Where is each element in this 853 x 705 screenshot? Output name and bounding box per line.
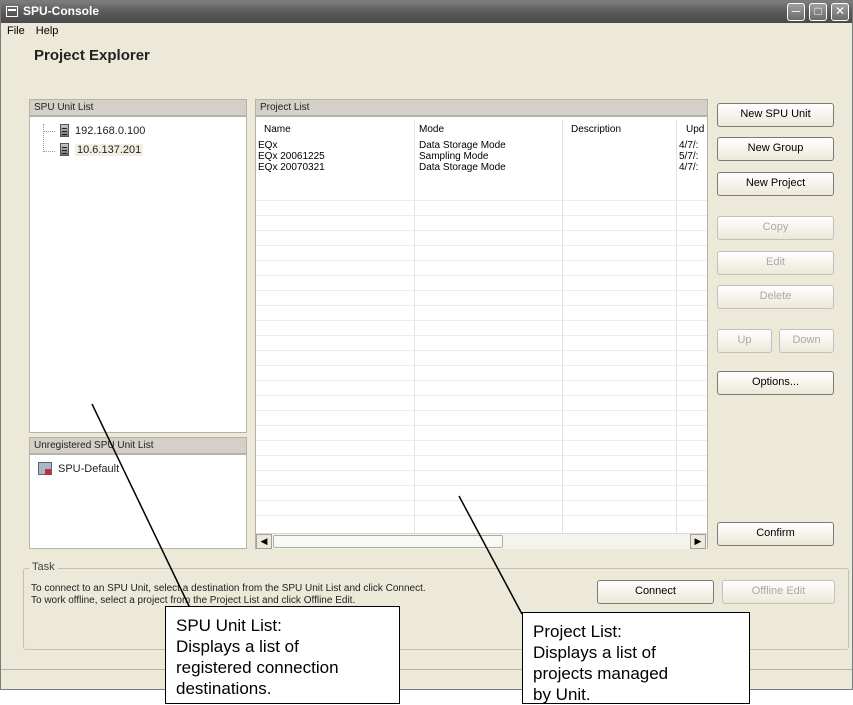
scroll-left-icon[interactable]: ◀ — [256, 534, 272, 549]
task-line-connect: To connect to an SPU Unit, select a dest… — [31, 583, 426, 594]
table-row[interactable]: EQx 20061225 Sampling Mode 5/7/: — [255, 151, 707, 162]
unit-item[interactable]: 10.6.137.201 — [60, 143, 144, 156]
project-columns: Name Mode Description Upd — [255, 120, 707, 140]
title-bar[interactable]: SPU-Console ─ □ ✕ — [1, 1, 852, 23]
cell-updated: 4/7/: — [679, 140, 699, 151]
table-row[interactable]: EQx 20070321 Data Storage Mode 4/7/: — [255, 162, 707, 173]
unit-item[interactable]: 192.168.0.100 — [60, 124, 145, 137]
application-window: SPU-Console ─ □ ✕ File Help Project Expl… — [0, 0, 853, 690]
callout-line: projects managed — [533, 664, 669, 683]
scroll-thumb[interactable] — [273, 535, 503, 548]
maximize-icon[interactable]: □ — [809, 3, 827, 21]
unregistered-item[interactable]: SPU-Default — [38, 462, 119, 475]
new-project-button[interactable]: New Project — [717, 172, 834, 196]
project-list-header: Project List — [255, 99, 708, 116]
cell-name: EQx 20070321 — [258, 162, 325, 173]
delete-button[interactable]: Delete — [717, 285, 834, 309]
window-title: SPU-Console — [23, 4, 100, 18]
cell-mode: Data Storage Mode — [419, 140, 506, 151]
callout-line: destinations. — [176, 679, 272, 698]
callout-line: SPU Unit List: — [176, 616, 282, 635]
minimize-icon[interactable]: ─ — [787, 3, 805, 21]
server-icon — [60, 143, 69, 156]
horizontal-scrollbar[interactable]: ◀ ▶ — [256, 533, 707, 549]
callout-line: registered connection — [176, 658, 339, 677]
table-row[interactable]: EQx Data Storage Mode 4/7/: — [255, 140, 707, 151]
offline-edit-button[interactable]: Offline Edit — [722, 580, 835, 604]
server-icon — [60, 124, 69, 137]
options-button[interactable]: Options... — [717, 371, 834, 395]
scroll-right-icon[interactable]: ▶ — [690, 534, 706, 549]
unit-icon — [38, 462, 52, 475]
menu-bar: File Help — [1, 23, 852, 41]
connect-button[interactable]: Connect — [597, 580, 714, 604]
callout-line: by Unit. — [533, 685, 591, 704]
app-icon — [6, 6, 18, 17]
project-rows: EQx Data Storage Mode 4/7/: EQx 20061225… — [255, 140, 707, 173]
up-button[interactable]: Up — [717, 329, 772, 353]
unit-list-header: SPU Unit List — [29, 99, 247, 116]
callout-line: Displays a list of — [176, 637, 299, 656]
new-spu-unit-button[interactable]: New SPU Unit — [717, 103, 834, 127]
unit-item-label: 192.168.0.100 — [75, 124, 146, 137]
confirm-button[interactable]: Confirm — [717, 522, 834, 546]
menu-file[interactable]: File — [1, 23, 29, 39]
cell-mode: Data Storage Mode — [419, 162, 506, 173]
unregistered-header: Unregistered SPU Unit List — [29, 437, 247, 454]
callout-line: Project List: — [533, 622, 622, 641]
menu-help[interactable]: Help — [32, 23, 63, 39]
cell-name: EQx — [258, 140, 278, 151]
column-name[interactable]: Name — [264, 124, 291, 135]
page-title: Project Explorer — [34, 47, 150, 64]
unit-item-label: 10.6.137.201 — [75, 143, 144, 156]
cell-updated: 5/7/: — [679, 151, 699, 162]
unit-list-panel[interactable]: 192.168.0.100 10.6.137.201 — [29, 116, 247, 433]
edit-button[interactable]: Edit — [717, 251, 834, 275]
copy-button[interactable]: Copy — [717, 216, 834, 240]
project-list-callout: Project List: Displays a list of project… — [522, 612, 750, 704]
cell-name: EQx 20061225 — [258, 151, 325, 162]
task-title: Task — [29, 561, 58, 573]
cell-mode: Sampling Mode — [419, 151, 489, 162]
cell-updated: 4/7/: — [679, 162, 699, 173]
unit-list-callout: SPU Unit List: Displays a list of regist… — [165, 606, 400, 704]
unregistered-item-label: SPU-Default — [58, 462, 120, 475]
column-mode[interactable]: Mode — [419, 124, 444, 135]
column-description[interactable]: Description — [571, 124, 621, 135]
new-group-button[interactable]: New Group — [717, 137, 834, 161]
close-icon[interactable]: ✕ — [831, 3, 849, 21]
column-updated[interactable]: Upd — [686, 124, 704, 135]
down-button[interactable]: Down — [779, 329, 834, 353]
callout-line: Displays a list of — [533, 643, 656, 662]
task-line-offline: To work offline, select a project from t… — [31, 595, 356, 606]
unregistered-panel[interactable]: SPU-Default — [29, 454, 247, 549]
